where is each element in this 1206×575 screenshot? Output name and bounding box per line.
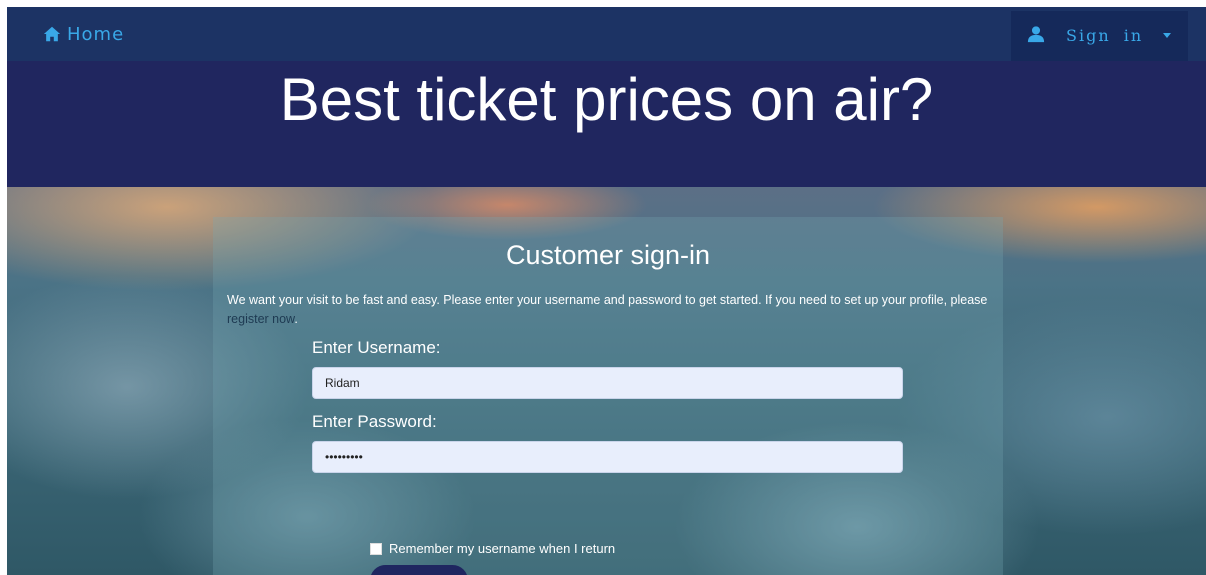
signin-title: Customer sign-in — [505, 240, 711, 270]
hero-banner: Best ticket prices on air? — [7, 61, 1206, 187]
signin-intro: We want your visit to be fast and easy. … — [227, 291, 997, 329]
username-label: Enter Username: — [312, 338, 441, 357]
register-link[interactable]: register now — [227, 312, 294, 326]
remember-label: Remember my username when I return — [389, 541, 616, 556]
intro-text: We want your visit to be fast and easy. … — [227, 293, 988, 307]
top-navbar: Home Sign in — [7, 7, 1206, 61]
user-icon — [1027, 26, 1045, 43]
password-input[interactable] — [312, 441, 903, 473]
cloud-background: Customer sign-in We want your visit to b… — [7, 187, 1206, 575]
caret-down-icon — [1163, 33, 1171, 38]
signin-dropdown[interactable]: Sign in — [1011, 11, 1188, 61]
hero-title: Best ticket prices on air? — [279, 66, 934, 133]
home-link-label: Home — [67, 23, 125, 45]
page: Home Sign in Best ticket prices on air? … — [7, 7, 1206, 575]
remember-username-option: Remember my username when I return — [370, 541, 615, 556]
remember-checkbox[interactable] — [370, 542, 382, 555]
signin-button[interactable]: Sign In — [370, 565, 468, 575]
username-input[interactable] — [312, 367, 903, 399]
home-link[interactable]: Home — [43, 23, 124, 45]
intro-end: . — [294, 312, 298, 326]
signin-dropdown-label: Sign in — [1066, 26, 1144, 45]
signin-panel: Customer sign-in We want your visit to b… — [213, 217, 1003, 575]
password-label: Enter Password: — [312, 412, 437, 431]
home-icon — [43, 26, 61, 42]
